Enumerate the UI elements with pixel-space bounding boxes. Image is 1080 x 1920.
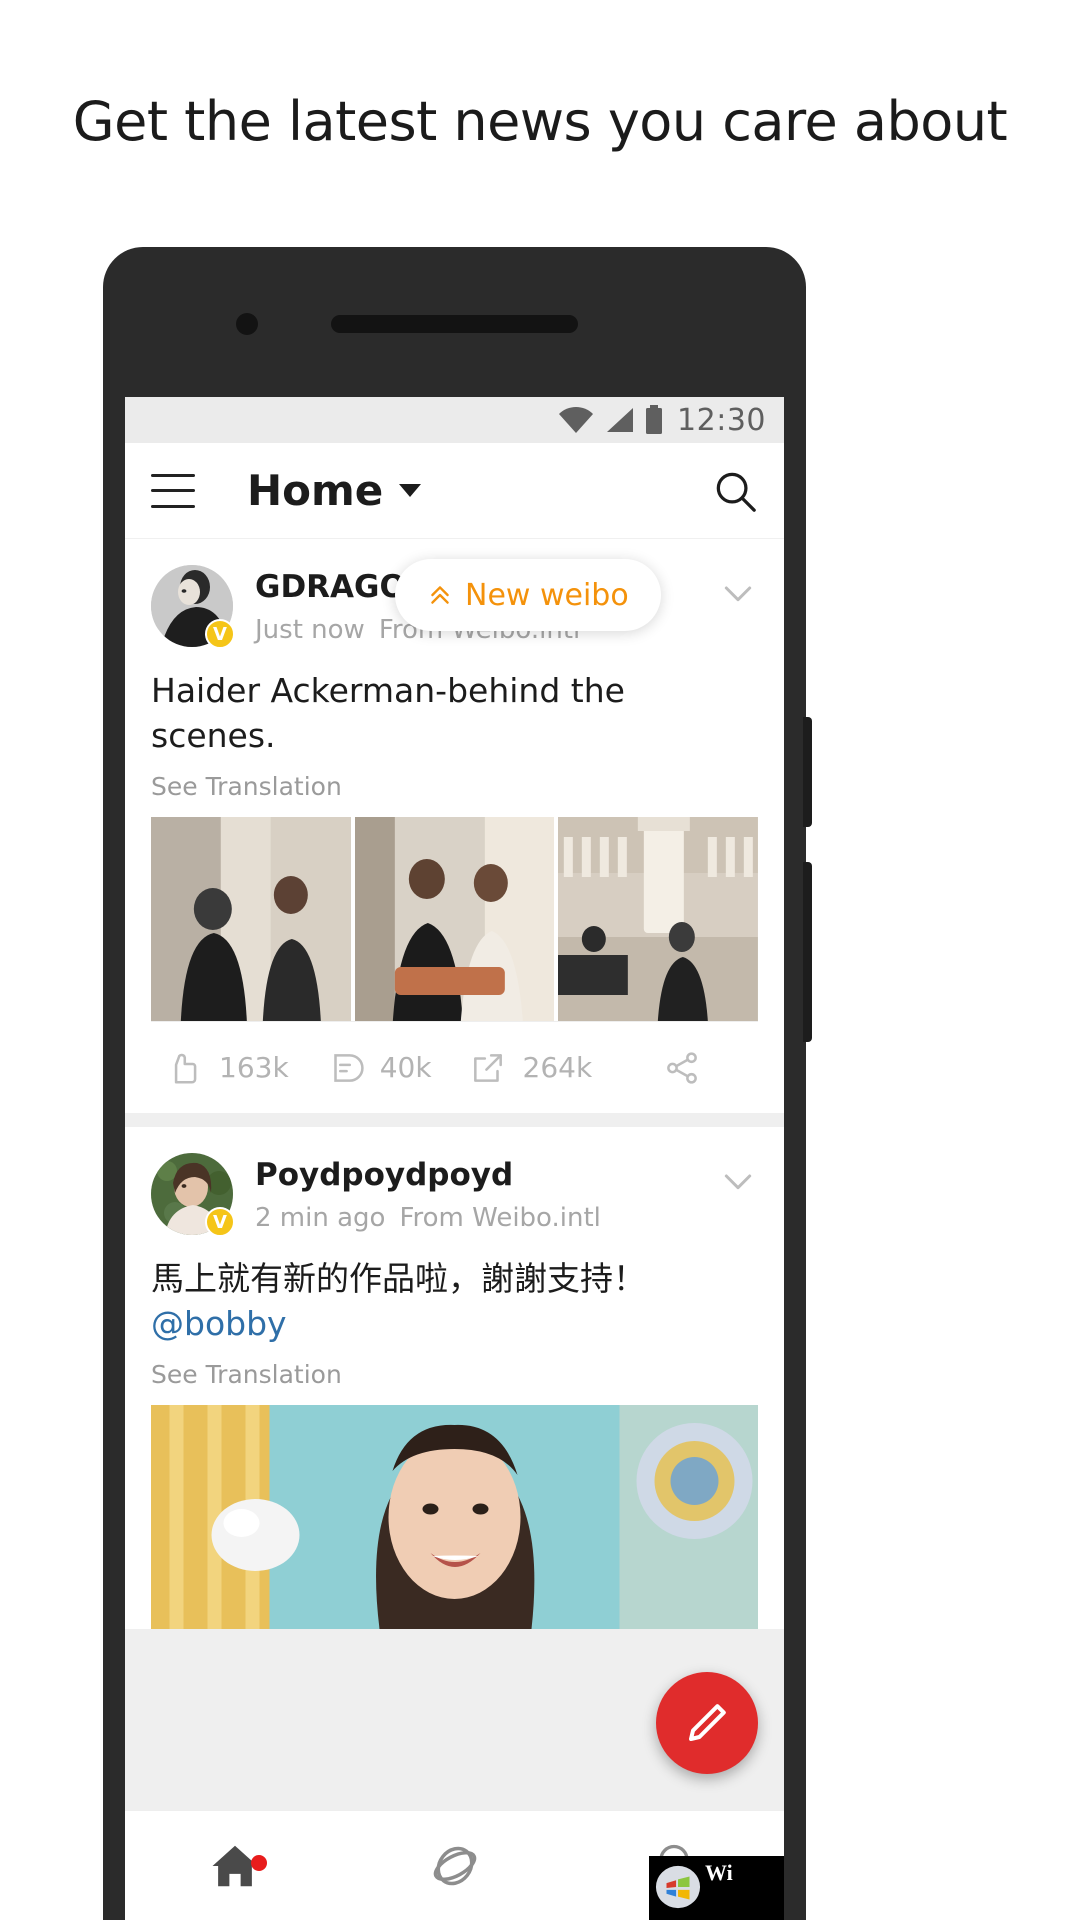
post-author-name[interactable]: Poydpoydpoyd — [255, 1157, 718, 1193]
avatar[interactable]: V — [151, 565, 235, 649]
app-bar: Home — [125, 443, 784, 539]
post-image-1 — [151, 817, 351, 1022]
chevron-up-double-icon — [431, 586, 449, 604]
post-actions: 163k 40k 264k — [151, 1021, 758, 1113]
search-icon[interactable] — [712, 468, 758, 514]
page-title-home[interactable]: Home — [247, 466, 383, 515]
post-text: Haider Ackerman-behind the scenes. — [151, 671, 625, 755]
nav-item-home[interactable] — [125, 1839, 345, 1893]
post-image[interactable] — [354, 817, 555, 1022]
watermark-title: Wi — [705, 1860, 733, 1885]
windows-logo-icon — [655, 1865, 701, 1909]
post-meta: Poydpoydpoyd 2 min ago From Weibo.intl — [255, 1153, 718, 1233]
share-icon — [667, 1051, 698, 1084]
thumbs-up-icon — [174, 1053, 197, 1084]
share-action[interactable] — [606, 1049, 758, 1087]
like-action[interactable]: 163k — [151, 1049, 303, 1087]
pencil-edit-icon — [689, 1704, 726, 1741]
post-text-body: 馬上就有新的作品啦，謝謝支持！ — [151, 1259, 646, 1299]
chevron-down-icon-post-menu[interactable] — [718, 573, 758, 613]
chevron-down-icon[interactable] — [399, 484, 422, 497]
front-camera-icon — [236, 313, 258, 335]
post-time: Just now — [255, 615, 365, 645]
new-weibo-pill[interactable]: New weibo — [395, 559, 661, 631]
post-source: From Weibo.intl — [399, 1203, 601, 1234]
feed-divider — [125, 1113, 784, 1128]
post-item[interactable]: V Poydpoydpoyd 2 min ago From Weibo.intl … — [125, 1127, 784, 1630]
post-image-1 — [151, 1405, 758, 1630]
post-header: V Poydpoydpoyd 2 min ago From Weibo.intl — [125, 1127, 784, 1238]
phone-screen: 12:30 Home New weibo V GDRAGON Just now … — [125, 397, 784, 1920]
home-badge-dot — [250, 1854, 267, 1871]
see-translation-link[interactable]: See Translation — [125, 1346, 784, 1405]
post-image[interactable] — [151, 817, 351, 1022]
volume-button — [803, 717, 812, 827]
like-count: 163k — [219, 1051, 289, 1085]
phone-mockup: 12:30 Home New weibo V GDRAGON Just now … — [103, 247, 812, 1920]
post-image-3 — [558, 817, 759, 1022]
signal-icon — [607, 408, 634, 432]
post-text: 馬上就有新的作品啦，謝謝支持！ @bobby — [125, 1235, 784, 1346]
comment-count: 40k — [379, 1051, 432, 1085]
power-button — [803, 862, 812, 1042]
post-item[interactable]: New weibo V GDRAGON Just now From Haider… — [125, 539, 784, 1114]
post-image-2 — [354, 817, 555, 1022]
planet-icon — [433, 1846, 476, 1885]
repost-action[interactable]: 264k — [455, 1049, 607, 1087]
hamburger-menu-icon[interactable] — [151, 473, 195, 508]
windows-watermark: Wi — [649, 1856, 784, 1920]
see-translation-link[interactable]: See Translation — [125, 758, 784, 817]
post-time: 2 min ago — [255, 1203, 386, 1234]
verified-badge: V — [205, 619, 235, 649]
new-weibo-label: New weibo — [465, 577, 629, 613]
wifi-icon — [559, 406, 594, 433]
compose-fab-button[interactable] — [656, 1672, 758, 1774]
repost-count: 264k — [522, 1051, 593, 1085]
chevron-down-icon-post-menu[interactable] — [718, 1161, 758, 1201]
post-mention-link[interactable]: @bobby — [151, 1304, 287, 1343]
comment-icon — [333, 1053, 364, 1082]
avatar[interactable]: V — [151, 1153, 235, 1238]
earpiece-speaker — [331, 315, 578, 333]
post-image-grid[interactable] — [125, 817, 784, 1022]
status-bar-time: 12:30 — [677, 402, 766, 438]
repost-icon — [473, 1053, 502, 1082]
verified-badge: V — [205, 1207, 235, 1238]
post-timestamp-source: 2 min ago From Weibo.intl — [255, 1203, 718, 1233]
post-image[interactable] — [558, 817, 759, 1022]
page-title: Get the latest news you care about — [72, 90, 1008, 153]
status-bar: 12:30 — [125, 397, 784, 443]
nav-item-discover[interactable] — [345, 1838, 565, 1894]
comment-action[interactable]: 40k — [303, 1049, 455, 1087]
battery-icon — [646, 405, 663, 434]
post-image-single[interactable] — [151, 1405, 758, 1630]
